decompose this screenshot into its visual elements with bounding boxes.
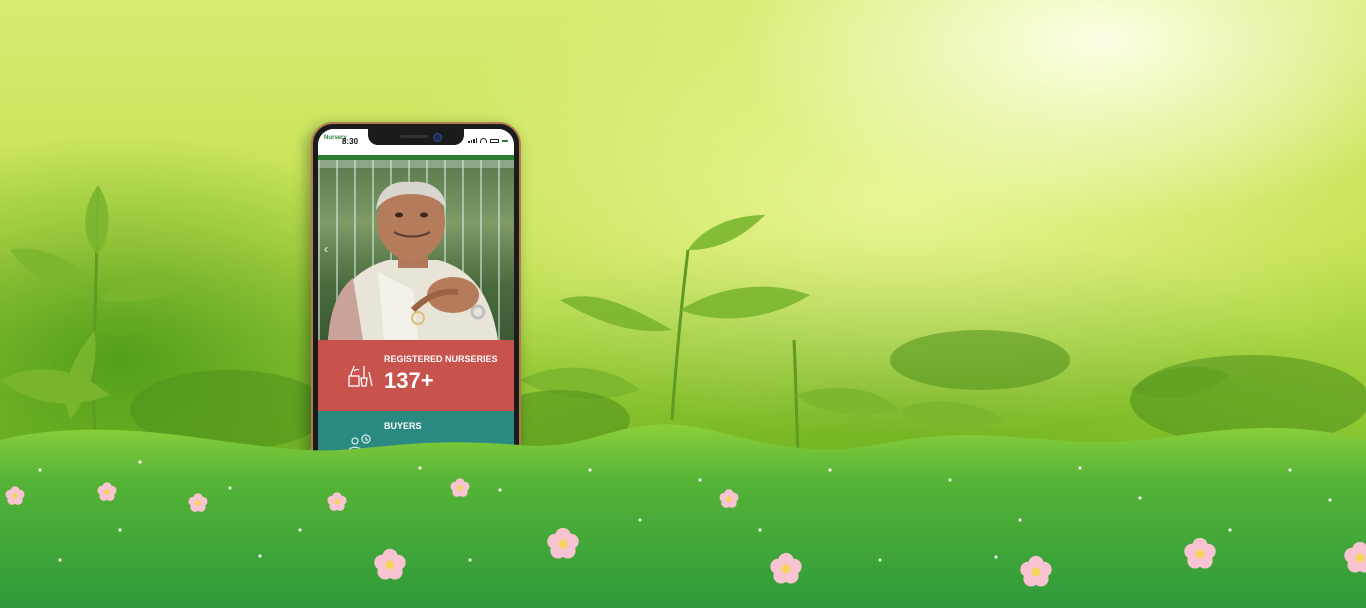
phone-notch: [368, 129, 464, 145]
camera-icon: [433, 133, 442, 142]
status-icons: [468, 138, 508, 143]
signal-icon: [468, 138, 477, 143]
status-time: 8:30: [342, 137, 359, 146]
login-button[interactable]: [502, 139, 508, 142]
grass-meadow: [0, 424, 1366, 608]
wifi-icon: [480, 138, 487, 143]
speaker-grille: [400, 135, 428, 138]
battery-icon: [490, 138, 499, 143]
site-nav-bar: [318, 155, 514, 160]
